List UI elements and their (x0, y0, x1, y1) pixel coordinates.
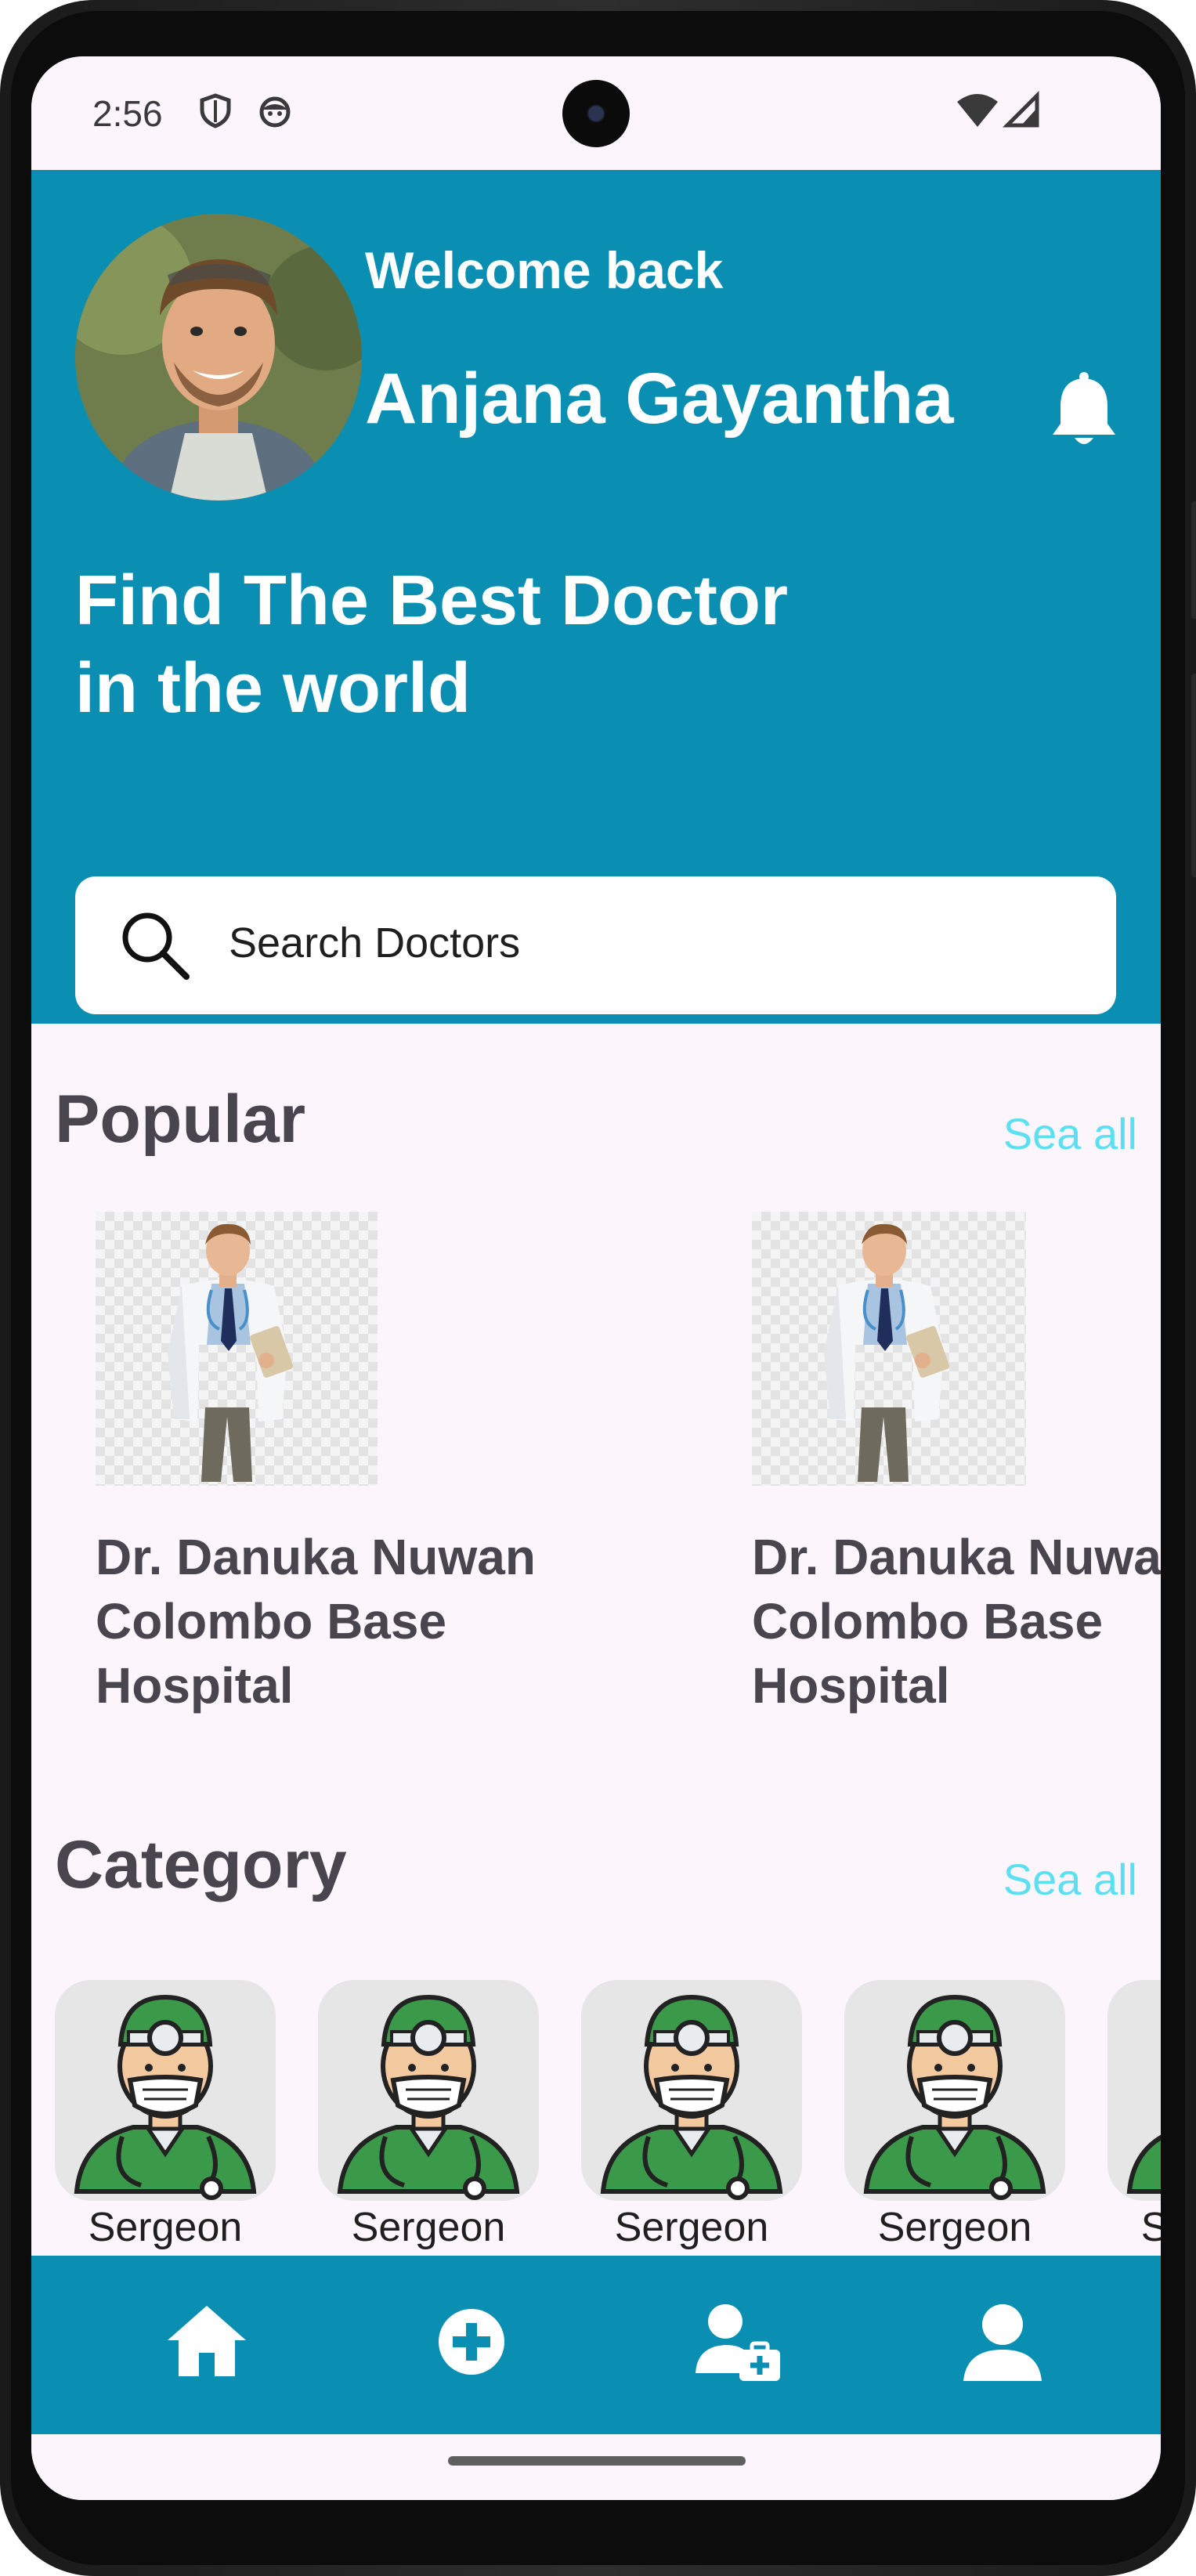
doctor-card[interactable]: Dr. Danuka Nuwan Colombo Base Hospital (752, 1212, 1161, 1721)
gesture-area (31, 2434, 1161, 2500)
popular-see-all-link[interactable]: Sea all (1003, 1108, 1137, 1159)
doctor-photo (752, 1212, 1026, 1486)
status-bar: 2:56 (31, 56, 1161, 170)
doctor-card[interactable]: Dr. Danuka Nuwan Colombo Base Hospital (96, 1212, 628, 1721)
doctor-hospital: Colombo Base Hospital (752, 1593, 1104, 1714)
user-photo (75, 214, 362, 500)
category-title: Category (55, 1827, 347, 1902)
hero-title: Find The Best Doctor in the world (75, 557, 858, 732)
status-time: 2:56 (92, 93, 163, 134)
doctor-photo (96, 1212, 378, 1486)
category-label: Sergeon (88, 2205, 243, 2250)
search-placeholder: Search Doctors (229, 919, 521, 966)
android-face-icon (259, 96, 291, 128)
surgeon-icon (581, 1980, 802, 2201)
user-name: Anjana Gayantha (365, 359, 954, 439)
category-label: Sergeon (614, 2205, 769, 2250)
bell-icon[interactable] (1051, 372, 1117, 449)
header-banner: Welcome back Anjana Gayantha Find The Be… (31, 170, 1161, 1024)
volume-button (1191, 501, 1196, 619)
hero-line-1: Find The Best Doctor (75, 562, 789, 640)
power-button (1191, 674, 1196, 877)
bottom-nav (31, 2256, 1161, 2434)
category-label: Sergeon (351, 2205, 506, 2250)
category-item[interactable]: Sergeon (318, 1980, 539, 2250)
category-item[interactable]: Sergeon (1107, 1980, 1161, 2250)
category-item[interactable]: Sergeon (55, 1980, 276, 2250)
category-label: Sergeon (1140, 2205, 1161, 2250)
doctor-kit-icon[interactable] (689, 2295, 783, 2389)
doctor-name: Dr. Danuka Nuwan (752, 1529, 1161, 1585)
wifi-icon (957, 94, 998, 127)
front-camera (562, 80, 630, 147)
hero-line-2: in the world (75, 649, 471, 728)
profile-icon[interactable] (956, 2295, 1050, 2389)
doctor-hospital: Colombo Base Hospital (96, 1593, 447, 1714)
avatar[interactable] (75, 214, 362, 500)
phone-frame: 2:56 Welcome back Anjana Gayantha Find T… (0, 0, 1196, 2576)
home-indicator[interactable] (448, 2456, 746, 2466)
surgeon-icon (318, 1980, 539, 2201)
app-screen: 2:56 Welcome back Anjana Gayantha Find T… (31, 56, 1161, 2500)
category-item[interactable]: Sergeon (844, 1980, 1065, 2250)
home-icon[interactable] (160, 2295, 254, 2389)
doctor-name: Dr. Danuka Nuwan (96, 1529, 536, 1585)
category-see-all-link[interactable]: Sea all (1003, 1854, 1137, 1905)
surgeon-icon (844, 1980, 1065, 2201)
category-item[interactable]: Sergeon (581, 1980, 802, 2250)
surgeon-icon (55, 1980, 276, 2201)
shield-icon (200, 93, 231, 128)
welcome-text: Welcome back (365, 241, 724, 299)
search-icon (122, 912, 190, 980)
popular-title: Popular (55, 1082, 306, 1157)
surgeon-icon (1107, 1980, 1161, 2201)
category-label: Sergeon (877, 2205, 1032, 2250)
add-circle-icon[interactable] (425, 2295, 519, 2389)
search-input[interactable]: Search Doctors (75, 876, 1116, 1014)
signal-icon (1003, 91, 1039, 128)
